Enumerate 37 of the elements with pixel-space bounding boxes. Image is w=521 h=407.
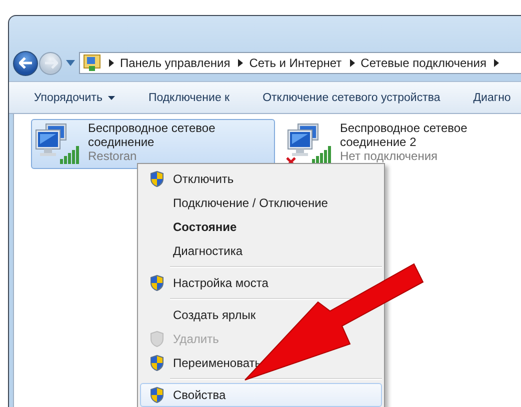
network-folder-icon <box>83 54 101 72</box>
breadcrumb[interactable]: Сетевые подключения <box>360 56 486 70</box>
back-arrow-icon <box>18 57 32 69</box>
breadcrumb[interactable]: Сеть и Интернет <box>249 56 342 70</box>
toolbar-button[interactable]: Упорядочить <box>34 92 116 104</box>
shield-icon <box>150 387 164 403</box>
connection-status: Нет подключения <box>340 149 439 163</box>
shield-icon <box>150 331 164 347</box>
connection-status: Restoran <box>88 149 138 163</box>
toolbar-button[interactable]: Диагно <box>473 92 511 104</box>
toolbar-button[interactable]: Подключение к <box>148 92 230 104</box>
menu-item[interactable]: Создать ярлык <box>140 303 382 327</box>
back-button[interactable] <box>13 50 38 76</box>
menu-item[interactable]: Свойства <box>140 383 382 407</box>
caret-icon <box>108 96 116 100</box>
breadcrumb-arrow-icon[interactable] <box>494 59 500 67</box>
menu-item[interactable]: Подключение / Отключение <box>140 191 382 215</box>
shield-icon <box>150 355 164 371</box>
breadcrumb-arrow-icon[interactable] <box>109 59 114 67</box>
breadcrumb[interactable]: Панель управления <box>120 56 230 70</box>
menu-item[interactable]: Переименовать <box>140 351 382 375</box>
breadcrumb-arrow-icon[interactable] <box>238 59 244 67</box>
network-computers-icon <box>34 122 82 166</box>
shield-icon <box>150 275 164 291</box>
network-computers-icon <box>286 122 334 166</box>
breadcrumb-arrow-icon[interactable] <box>350 59 355 67</box>
connection-name: Беспроводное сетевое соединение 2 <box>340 121 468 149</box>
menu-item[interactable]: Диагностика <box>140 239 382 263</box>
menu-item[interactable]: Отключить <box>140 167 382 191</box>
shield-icon <box>150 171 164 187</box>
connection-item[interactable]: Беспроводное сетевое соединение Restoran <box>31 119 275 169</box>
forward-arrow-icon <box>44 57 58 69</box>
menu-item[interactable]: Состояние <box>140 215 382 239</box>
connection-name: Беспроводное сетевое соединение <box>88 121 216 149</box>
history-dropdown-icon[interactable] <box>66 60 75 66</box>
address-bar[interactable]: Панель управления Сеть и Интернет Сетевые подключения <box>79 52 521 74</box>
toolbar-button[interactable]: Отключение сетевого устройства <box>262 92 440 104</box>
